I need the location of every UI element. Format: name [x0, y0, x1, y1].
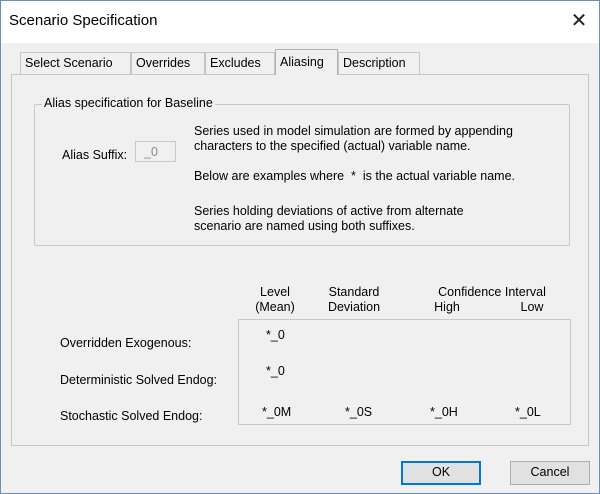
tab-overrides[interactable]: Overrides — [131, 52, 205, 74]
tab-aliasing[interactable]: Aliasing — [275, 49, 338, 75]
column-header-confidence-interval: Confidence Interval — [438, 285, 546, 299]
cell-deterministic-level: *_0 — [266, 364, 285, 378]
alias-suffix-field: _0 — [135, 141, 176, 162]
alias-example-text: Below are examples where * is the actual… — [194, 169, 515, 183]
close-icon[interactable]: ✕ — [559, 1, 599, 43]
cell-stochastic-high: *_0H — [430, 405, 458, 419]
row-label-deterministic-solved: Deterministic Solved Endog: — [60, 373, 218, 387]
column-header-level: Level (Mean) — [255, 285, 295, 314]
column-header-high: High — [434, 300, 460, 314]
row-label-stochastic-solved: Stochastic Solved Endog: — [60, 409, 203, 423]
dialog-title: Scenario Specification — [9, 12, 158, 29]
alias-suffix-label: Alias Suffix: — [62, 148, 128, 162]
ok-button[interactable]: OK — [401, 461, 481, 485]
row-label-overridden-exogenous: Overridden Exogenous: — [60, 336, 192, 350]
tab-description[interactable]: Description — [338, 52, 420, 74]
title-bar: Scenario Specification ✕ — [1, 1, 599, 43]
column-header-std-deviation: Standard Deviation — [327, 285, 381, 314]
alias-description-text: Series used in model simulation are form… — [194, 124, 513, 153]
cancel-button[interactable]: Cancel — [510, 461, 590, 485]
scenario-specification-dialog: Scenario Specification ✕ Select Scenario… — [0, 0, 600, 494]
cell-stochastic-low: *_0L — [515, 405, 541, 419]
cell-overridden-level: *_0 — [266, 328, 285, 342]
alias-spec-legend: Alias specification for Baseline — [42, 96, 215, 110]
cell-stochastic-std: *_0S — [345, 405, 373, 419]
alias-deviation-text: Series holding deviations of active from… — [194, 204, 464, 233]
tab-excludes[interactable]: Excludes — [205, 52, 275, 74]
column-header-low: Low — [520, 300, 544, 314]
cell-stochastic-level: *_0M — [262, 405, 292, 419]
tab-select-scenario[interactable]: Select Scenario — [20, 52, 131, 74]
